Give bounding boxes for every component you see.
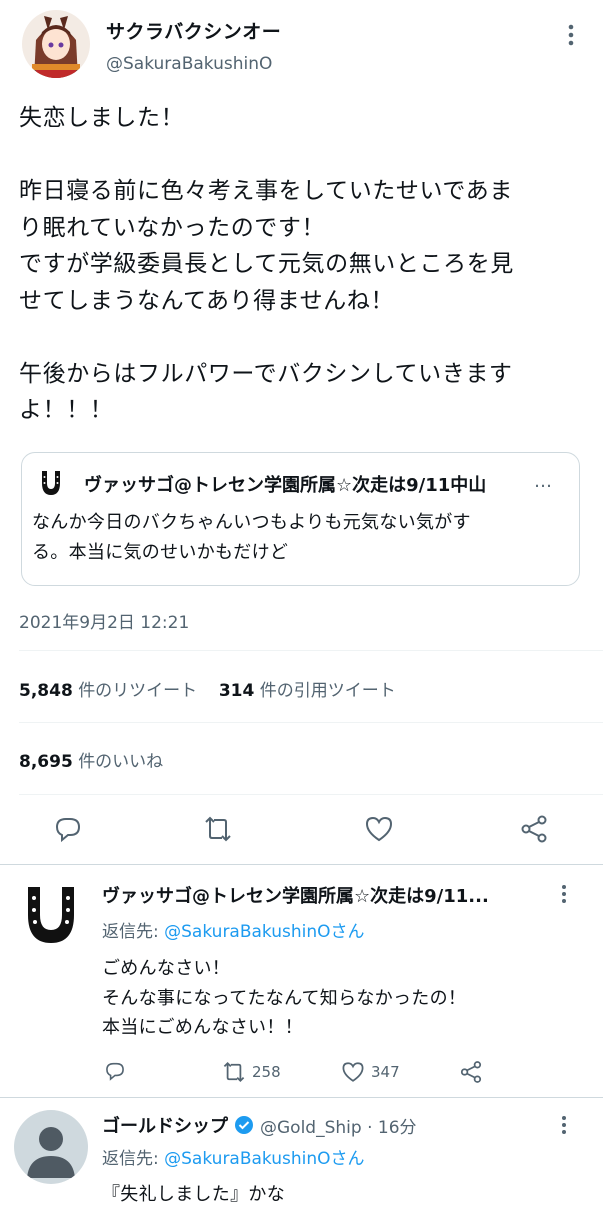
replying-to: 返信先: @SakuraBakushinOさん xyxy=(102,1144,365,1169)
display-name[interactable]: サクラバクシンオー xyxy=(106,17,281,44)
quoted-tweet[interactable]: ヴァッサゴ@トレセン学園所属☆次走は9/11中山 … なんか今日のバクちゃんいつ… xyxy=(21,452,580,586)
retweet-count: 5,848 xyxy=(19,681,73,701)
retweet-stats[interactable]: 5,848 件のリツイート 314 件の引用ツイート xyxy=(19,676,396,701)
share-icon[interactable] xyxy=(459,1060,483,1084)
replying-to-link[interactable]: @SakuraBakushinOさん xyxy=(164,1149,364,1169)
quoted-text: なんか今日のバクちゃんいつもよりも元気ない気がす る。本当に気のせいかもだけど xyxy=(32,512,471,563)
horseshoe-icon[interactable] xyxy=(18,883,84,949)
verified-icon xyxy=(234,1115,254,1135)
reply-text: ごめんなさい！ そんな事になってたなんて知らなかったの！ 本当にごめんなさい！！ xyxy=(102,958,467,1038)
retweet-icon[interactable] xyxy=(203,814,233,844)
divider xyxy=(19,722,603,723)
like-stats[interactable]: 8,695 件のいいね xyxy=(19,747,163,772)
quoted-display-name: ヴァッサゴ@トレセン学園所属☆次走は9/11中山 xyxy=(84,475,487,496)
avatar[interactable] xyxy=(22,10,90,78)
reply-text: 『失礼しました』かな xyxy=(102,1184,285,1205)
like-count: 8,695 xyxy=(19,752,73,772)
horseshoe-icon xyxy=(36,468,66,498)
retweet-count: 258 xyxy=(252,1063,281,1081)
replying-prefix: 返信先: xyxy=(102,922,165,942)
reply-item[interactable]: ゴールドシップ @Gold_Ship · 16分 返信先: @SakuraBak… xyxy=(0,1098,603,1205)
divider xyxy=(19,650,603,651)
retweet-label: 件のリツイート xyxy=(78,681,198,701)
reply-icon[interactable] xyxy=(53,814,83,844)
like-button[interactable]: 347 xyxy=(341,1060,400,1084)
replying-to: 返信先: @SakuraBakushinOさん xyxy=(102,917,365,942)
retweet-icon xyxy=(222,1060,246,1084)
like-icon[interactable] xyxy=(364,814,394,844)
tweet-timestamp[interactable]: 2021年9月2日 12:21 xyxy=(19,608,189,633)
tweet-actions xyxy=(0,800,603,858)
more-vertical-icon[interactable] xyxy=(557,1114,571,1136)
like-count: 347 xyxy=(371,1063,400,1081)
share-icon[interactable] xyxy=(519,814,549,844)
replying-prefix: 返信先: xyxy=(102,1149,165,1169)
reply-handle-time: @Gold_Ship · 16分 xyxy=(260,1117,417,1138)
more-vertical-icon[interactable] xyxy=(560,22,582,48)
retweet-button[interactable]: 258 xyxy=(222,1060,281,1084)
quote-count: 314 xyxy=(218,681,255,701)
tweet-header: サクラバクシンオー @SakuraBakushinO xyxy=(0,0,603,90)
user-handle[interactable]: @SakuraBakushinO xyxy=(106,54,272,74)
like-icon xyxy=(341,1060,365,1084)
quoted-ellipsis: … xyxy=(534,471,552,492)
tweet-text: 失恋しました！ 昨日寝る前に色々考え事をしていたせいであま り眠れていなかったの… xyxy=(19,105,514,423)
reply-display-name[interactable]: ゴールドシップ xyxy=(102,1112,228,1138)
more-vertical-icon[interactable] xyxy=(557,883,571,905)
reply-item[interactable]: ヴァッサゴ@トレセン学園所属☆次走は9/11... 返信先: @SakuraBa… xyxy=(0,865,603,1095)
like-label: 件のいいね xyxy=(78,752,164,772)
reply-header: ゴールドシップ @Gold_Ship · 16分 xyxy=(102,1112,417,1138)
divider xyxy=(19,794,603,795)
replying-to-link[interactable]: @SakuraBakushinOさん xyxy=(164,922,364,942)
reply-icon[interactable] xyxy=(104,1060,126,1082)
reply-display-name[interactable]: ヴァッサゴ@トレセン学園所属☆次走は9/11... xyxy=(102,882,489,908)
quote-label: 件の引用ツイート xyxy=(259,681,396,701)
